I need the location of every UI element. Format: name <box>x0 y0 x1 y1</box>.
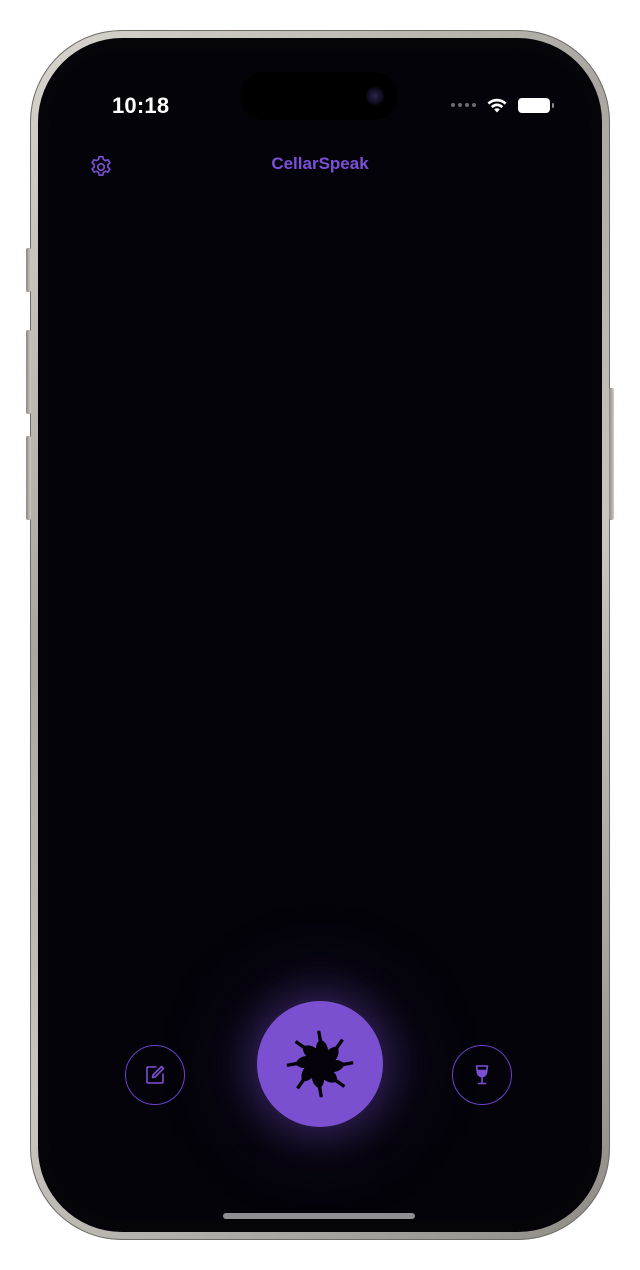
bezel: 10:18 CellarSpeak <box>38 38 602 1232</box>
status-time: 10:18 <box>112 93 170 118</box>
app-title: CellarSpeak <box>271 154 369 173</box>
home-indicator[interactable] <box>223 1213 415 1219</box>
action-button <box>26 248 31 292</box>
screen: 10:18 CellarSpeak <box>50 50 590 1220</box>
new-note-button[interactable] <box>125 1045 185 1105</box>
battery-icon <box>518 97 554 113</box>
camera-lens <box>366 87 384 105</box>
status-indicators <box>451 94 554 116</box>
compose-icon <box>146 1065 165 1084</box>
power-button <box>609 388 614 520</box>
wifi-icon <box>487 98 507 112</box>
record-button[interactable] <box>257 1001 383 1127</box>
wine-glass-icon <box>475 1065 489 1085</box>
bottles-pinwheel-icon <box>286 1030 354 1098</box>
cellular-signal-icon <box>451 103 476 107</box>
dynamic-island <box>240 72 398 120</box>
wine-list-button[interactable] <box>452 1045 512 1105</box>
volume-down-button <box>26 436 31 520</box>
phone-frame: 10:18 CellarSpeak <box>26 30 614 1240</box>
volume-up-button <box>26 330 31 414</box>
